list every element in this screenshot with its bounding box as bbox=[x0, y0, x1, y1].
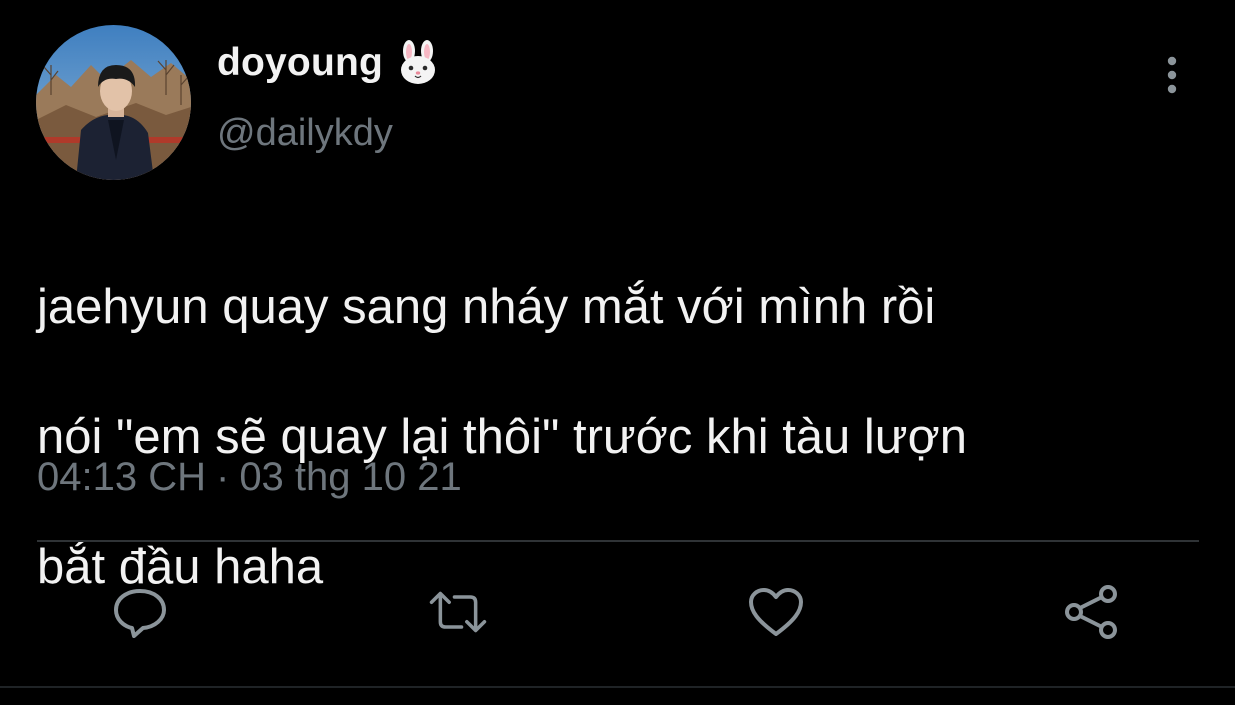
avatar[interactable] bbox=[36, 25, 191, 180]
more-options-button[interactable] bbox=[1150, 50, 1194, 100]
display-name-row[interactable]: doyoung bbox=[217, 38, 441, 88]
tweet-text-line: jaehyun quay sang nháy mắt với mình rồi bbox=[37, 280, 936, 334]
bottom-divider bbox=[0, 686, 1235, 688]
tweet-text: jaehyun quay sang nháy mắt với mình rồi … bbox=[37, 210, 1197, 665]
display-name[interactable]: doyoung bbox=[217, 41, 383, 85]
tweet-detail: doyoung @dailykdy jaehyun quay sang nháy… bbox=[0, 0, 1235, 705]
share-icon bbox=[1065, 585, 1117, 639]
divider bbox=[37, 540, 1199, 542]
tweet-time[interactable]: 04:13 CH bbox=[37, 455, 206, 500]
more-vertical-icon bbox=[1167, 56, 1177, 94]
timestamp-separator: · bbox=[215, 455, 230, 499]
tweet-date[interactable]: 03 thg 10 21 bbox=[239, 455, 461, 500]
timestamp[interactable]: 04:13 CH · 03 thg 10 21 bbox=[37, 455, 462, 500]
rabbit-face-emoji bbox=[395, 40, 441, 86]
user-handle[interactable]: @dailykdy bbox=[217, 112, 393, 155]
reply-button[interactable] bbox=[110, 582, 170, 642]
like-icon bbox=[749, 588, 803, 636]
share-button[interactable] bbox=[1062, 582, 1122, 642]
retweet-button[interactable] bbox=[428, 582, 488, 642]
like-button[interactable] bbox=[746, 582, 806, 642]
reply-icon bbox=[114, 589, 166, 638]
tweet-text-line: bắt đầu haha bbox=[37, 540, 324, 594]
retweet-icon bbox=[429, 591, 487, 633]
